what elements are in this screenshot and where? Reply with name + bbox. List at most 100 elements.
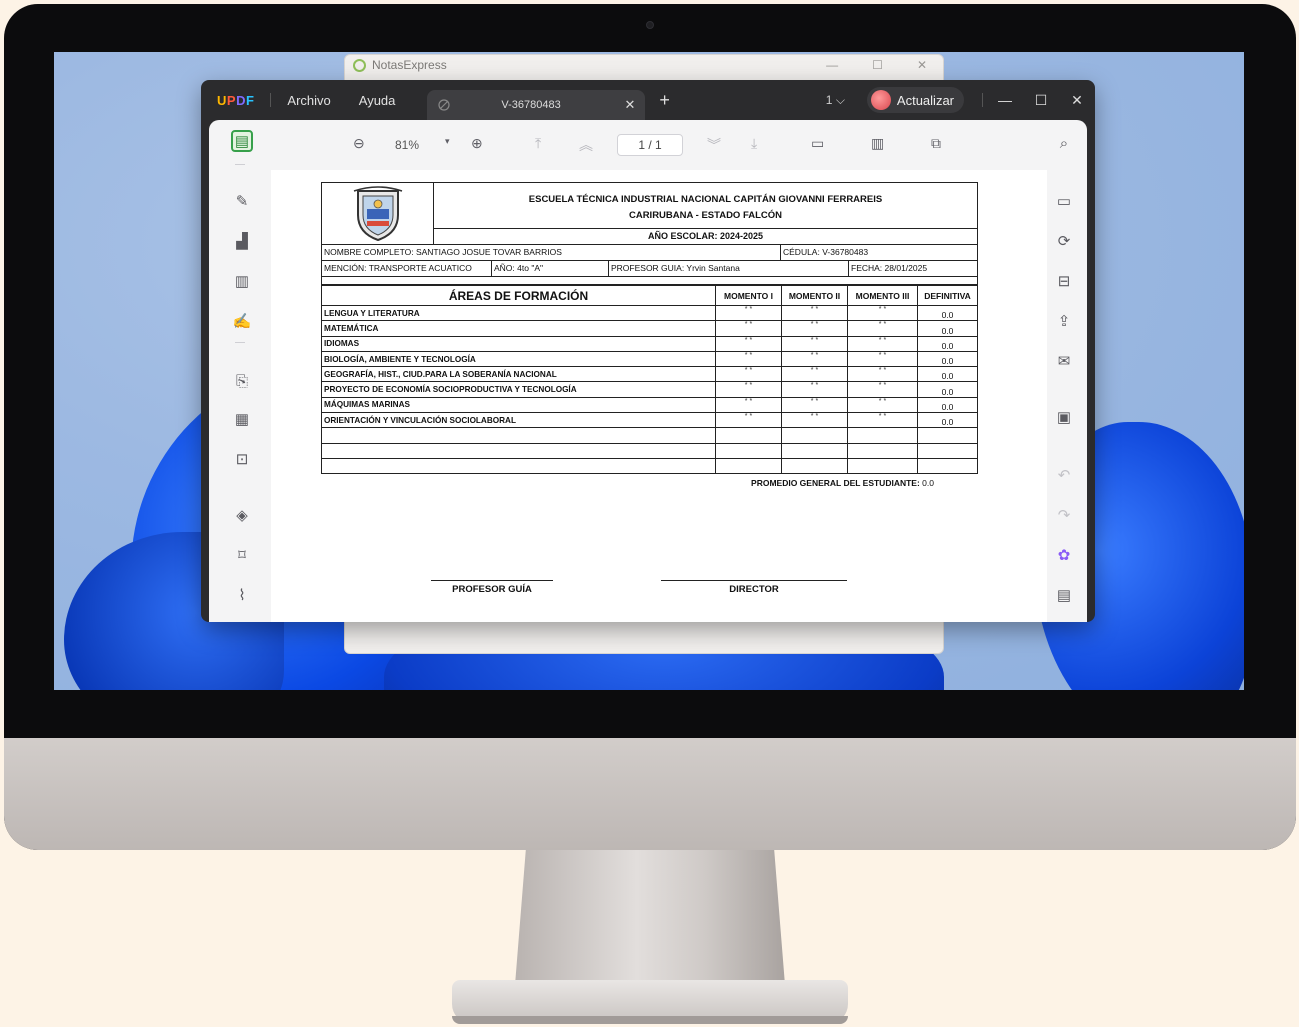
zoom-level[interactable]: 81% (395, 138, 419, 152)
menu-archivo[interactable]: Archivo (287, 93, 330, 108)
share-icon[interactable]: ⇪ (1053, 310, 1075, 332)
updf-workspace: ▤ ✎ ▟ ▥ ✍ ⎘ ▦ ⊡ ◈ ⌑ ⌇ ⊖ 81% ▾ ⊕ ⤒ ︽ 1 / … (209, 120, 1087, 622)
grade-cell: * * (715, 350, 782, 368)
pdf-page[interactable]: ESCUELA TÉCNICA INDUSTRIAL NACIONAL CAPI… (271, 170, 1047, 622)
updf-window[interactable]: UPDF Archivo Ayuda V-36780483 ✕ + 1 ⌵ Ac… (201, 80, 1095, 622)
subject-name: BIOLOGÍA, AMBIENTE Y TECNOLOGÍA (321, 350, 716, 368)
layers-icon[interactable]: ◈ (231, 504, 253, 526)
grades-table: ÁREAS DE FORMACIÓN MOMENTO I MOMENTO II … (321, 285, 978, 475)
email-icon[interactable]: ✉ (1053, 350, 1075, 372)
protect-icon[interactable]: ⊡ (231, 448, 253, 470)
close-tab-icon[interactable]: ✕ (625, 97, 636, 113)
details-row: MENCIÓN: TRANSPORTE ACUATICO AÑO: 4to "A… (321, 261, 978, 277)
school-crest (322, 183, 434, 244)
upgrade-button[interactable]: Actualizar (866, 87, 964, 113)
organize-pages-icon[interactable]: ▥ (231, 270, 253, 292)
zoom-out-icon[interactable]: ⊖ (353, 135, 365, 152)
fill-sign-icon[interactable]: ✍ (231, 310, 253, 332)
subject-name: MÁQUIMAS MARINAS (321, 396, 716, 414)
grade-cell: * * (781, 381, 848, 398)
comment-panel-icon[interactable]: ▤ (1053, 584, 1075, 606)
column-header: ÁREAS DE FORMACIÓN (321, 285, 716, 306)
last-page-icon[interactable]: ⤓ (751, 135, 757, 152)
grade-cell: * * (781, 412, 848, 429)
close-icon[interactable]: ✕ (1059, 92, 1095, 109)
grade-cell: * * (847, 366, 918, 383)
presentation-icon[interactable]: ▭ (811, 135, 824, 152)
final-grade: 0.0 (917, 396, 978, 414)
protect-file-icon[interactable]: ⊟ (1053, 270, 1075, 292)
convert-icon[interactable]: ⎘ (231, 370, 253, 392)
attachment-icon[interactable]: ⌇ (231, 584, 253, 606)
grade-cell: * * (847, 412, 918, 429)
close-icon[interactable]: ✕ (917, 58, 927, 72)
report-header: ESCUELA TÉCNICA INDUSTRIAL NACIONAL CAPI… (321, 182, 978, 245)
previous-page-icon[interactable]: ︽ (579, 135, 593, 155)
school-name: ESCUELA TÉCNICA INDUSTRIAL NACIONAL CAPI… (434, 183, 977, 228)
page-layout-icon[interactable]: ▥ (871, 135, 884, 152)
search-icon[interactable]: ⌕ (1053, 132, 1075, 154)
table-row: GEOGRAFÍA, HIST., CIUD.PARA LA SOBERANÍA… (321, 366, 978, 383)
table-row: PROYECTO DE ECONOMÍA SOCIOPRODUCTIVA Y T… (321, 381, 978, 398)
menu-ayuda[interactable]: Ayuda (359, 93, 396, 108)
final-grade: 0.0 (917, 381, 978, 398)
grade-cell: * * (715, 366, 782, 383)
grade-cell: * * (715, 335, 782, 352)
edit-pdf-icon[interactable]: ▟ (231, 230, 253, 252)
divider (235, 164, 245, 165)
table-row: BIOLOGÍA, AMBIENTE Y TECNOLOGÍA * * * * * *… (321, 350, 978, 368)
maximize-icon[interactable]: ☐ (1023, 92, 1059, 109)
column-header: MOMENTO III (847, 285, 918, 306)
document-tab[interactable]: V-36780483 ✕ (427, 90, 646, 120)
mention: MENCIÓN: TRANSPORTE ACUATICO (324, 263, 472, 273)
grade-cell: * * (781, 396, 848, 414)
translate-icon[interactable]: ⧉ (931, 135, 941, 152)
grade-cell: * * (715, 320, 782, 337)
view-toolbar: ⊖ 81% ▾ ⊕ ⤒ ︽ 1 / 1 ︾ ⤓ ▭ ▥ ⧉ (271, 120, 1043, 170)
minimize-icon[interactable]: — (826, 58, 838, 72)
grade-cell: * * (847, 335, 918, 352)
student-name: NOMBRE COMPLETO: SANTIAGO JOSUE TOVAR BA… (324, 247, 562, 257)
comment-icon[interactable]: ✎ (231, 190, 253, 212)
guide-teacher: PROFESOR GUIA: Yrvin Santana (608, 261, 848, 276)
first-page-icon[interactable]: ⤒ (535, 135, 541, 152)
link-icon (438, 99, 451, 111)
grade-cell: * * (781, 350, 848, 368)
redo-icon[interactable]: ↷ (1053, 504, 1075, 526)
school-year: AÑO ESCOLAR: 2024-2025 (434, 228, 977, 244)
table-row: MATEMÁTICA * * * * * * 0.0 (321, 320, 978, 337)
minimize-icon[interactable]: — (987, 92, 1023, 108)
average-value: 0.0 (922, 478, 934, 489)
page-number-input[interactable]: 1 / 1 (617, 134, 683, 156)
maximize-icon[interactable]: ☐ (872, 58, 883, 72)
next-page-icon[interactable]: ︾ (707, 135, 721, 155)
column-header: DEFINITIVA (917, 285, 978, 306)
convert-file-icon[interactable]: ⟳ (1053, 230, 1075, 252)
grade-cell: * * (847, 396, 918, 414)
undo-icon[interactable]: ↶ (1053, 464, 1075, 486)
bookmark-icon[interactable]: ⌑ (231, 544, 253, 566)
grade-cell: * * (847, 381, 918, 398)
grade-cell: * * (715, 396, 782, 414)
table-row (321, 427, 978, 444)
school-crest-icon (353, 185, 402, 241)
final-grade: 0.0 (917, 304, 978, 322)
notasexpress-titlebar[interactable]: NotasExpress — ☐ ✕ (345, 55, 943, 75)
subject-name: PROYECTO DE ECONOMÍA SOCIOPRODUCTIVA Y T… (321, 381, 716, 398)
reader-icon[interactable]: ▤ (231, 130, 253, 152)
zoom-dropdown-icon[interactable]: ▾ (445, 136, 450, 147)
tab-count-dropdown[interactable]: 1 ⌵ (826, 93, 845, 108)
ocr-icon[interactable]: ▭ (1053, 190, 1075, 212)
subject-name: LENGUA Y LITERATURA (321, 304, 716, 322)
ai-assistant-icon[interactable]: ✿ (1053, 544, 1075, 566)
student-id: CÉDULA: V-36780483 (780, 245, 977, 260)
add-tab-icon[interactable]: + (659, 90, 670, 111)
save-icon[interactable]: ▣ (1053, 406, 1075, 428)
final-grade: 0.0 (917, 320, 978, 337)
table-row: ORIENTACIÓN Y VINCULACIÓN SOCIOLABORAL * … (321, 412, 978, 429)
zoom-in-icon[interactable]: ⊕ (471, 135, 483, 152)
grade-cell: * * (781, 304, 848, 322)
final-grade: 0.0 (917, 366, 978, 383)
compress-icon[interactable]: ▦ (231, 408, 253, 430)
average-label: PROMEDIO GENERAL DEL ESTUDIANTE: (751, 478, 920, 489)
